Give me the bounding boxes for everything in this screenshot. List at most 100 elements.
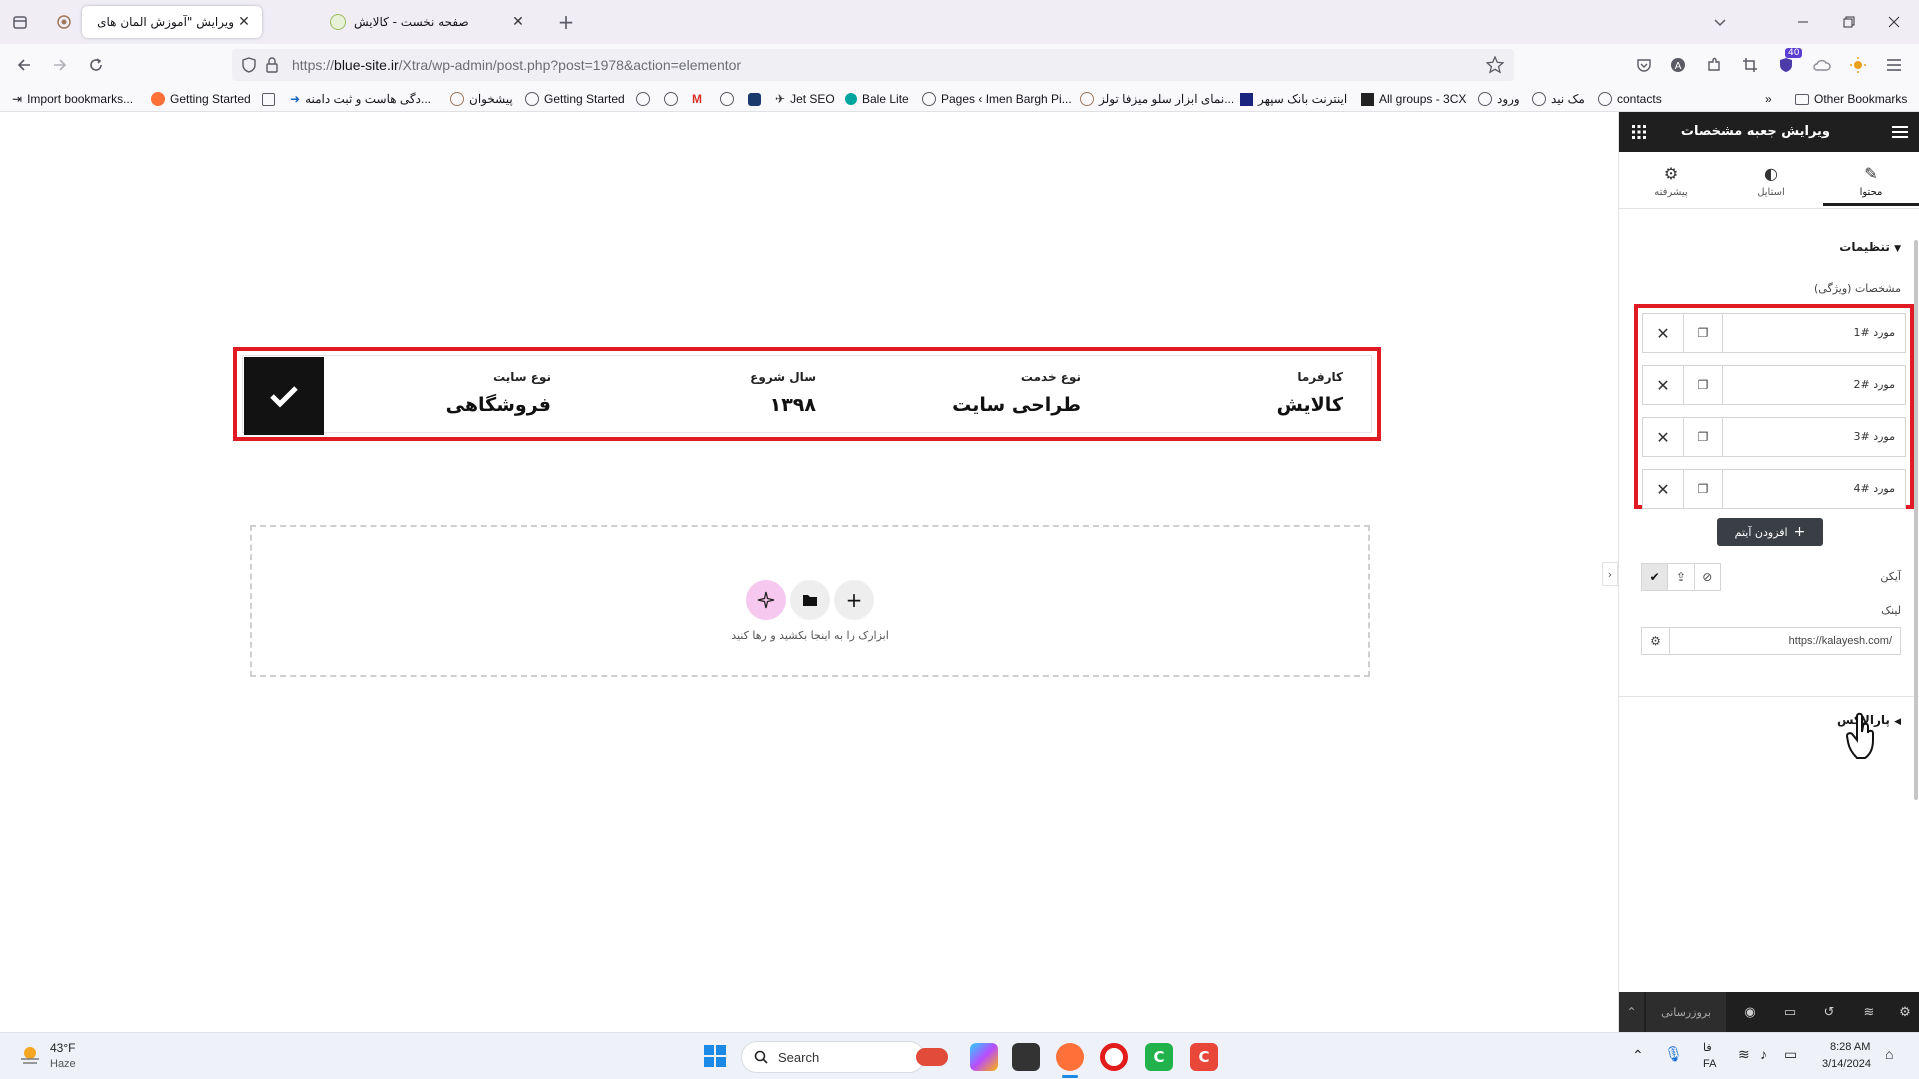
tab-overview-icon[interactable]: [8, 10, 32, 34]
upload-choice-icon[interactable]: ⇪: [1668, 564, 1695, 590]
add-item-button[interactable]: + افزودن آیتم: [1717, 518, 1823, 546]
none-choice-icon[interactable]: ⊘: [1695, 564, 1720, 590]
panel-scrollbar[interactable]: [1914, 240, 1918, 800]
update-button[interactable]: بروزرسانی: [1646, 992, 1726, 1032]
bookmark-hosting[interactable]: ➜ ...دگی هاست و ثبت دامنه: [290, 89, 431, 109]
tab-home[interactable]: صفحه نخست - کالایش ✕: [318, 6, 536, 38]
duplicate-icon[interactable]: ❐: [1683, 314, 1723, 352]
extensions-icon[interactable]: [1702, 53, 1726, 77]
bookmark-calendar[interactable]: [262, 89, 275, 109]
copilot-icon[interactable]: [970, 1043, 998, 1071]
tray-overflow-chevron-icon[interactable]: ⌃: [1632, 1047, 1644, 1064]
wifi-icon[interactable]: ≋: [1738, 1046, 1750, 1063]
hamburger-menu-icon[interactable]: [1892, 125, 1908, 139]
pocket-icon[interactable]: [1632, 53, 1656, 77]
template-library-button[interactable]: [790, 580, 830, 620]
opera-icon[interactable]: [1100, 1043, 1128, 1071]
battery-icon[interactable]: ▭: [1784, 1046, 1797, 1063]
repeater-item[interactable]: مورد #4 ❐ ✕: [1642, 469, 1906, 509]
firefox-taskbar-icon[interactable]: [1056, 1043, 1084, 1071]
bookmark-star-icon[interactable]: [1486, 56, 1504, 74]
sun-extension-icon[interactable]: [1846, 53, 1870, 77]
other-bookmarks[interactable]: Other Bookmarks: [1795, 89, 1907, 109]
remove-icon[interactable]: ✕: [1643, 470, 1683, 508]
url-bar[interactable]: https://blue-site.ir/Xtra/wp-admin/post.…: [232, 49, 1514, 81]
notification-bell-icon[interactable]: ⌂: [1885, 1046, 1893, 1062]
duplicate-icon[interactable]: ❐: [1683, 418, 1723, 456]
new-tab-icon[interactable]: +: [554, 10, 578, 34]
extension-shield-icon[interactable]: 40: [1774, 48, 1803, 77]
pinned-tab-icon[interactable]: [52, 10, 76, 34]
link-input[interactable]: ⚙ https://kalayesh.com/: [1641, 627, 1901, 655]
bookmark-app[interactable]: [748, 89, 761, 109]
cloud-extension-icon[interactable]: [1810, 53, 1834, 77]
check-choice-icon[interactable]: ✔: [1642, 564, 1669, 590]
tab-close-icon[interactable]: ✕: [510, 14, 526, 30]
history-icon[interactable]: ↺: [1821, 1004, 1837, 1020]
tab-content[interactable]: ✎ محتوا: [1823, 158, 1919, 206]
microphone-icon[interactable]: 🎙: [1664, 1045, 1683, 1063]
lock-icon[interactable]: [266, 57, 278, 73]
bookmark-3cx[interactable]: All groups - 3CX: [1361, 89, 1466, 109]
bookmark-getting-started[interactable]: Getting Started: [151, 89, 251, 109]
tab-list-chevron-icon[interactable]: [1708, 10, 1732, 34]
widgets-grid-icon[interactable]: [1631, 124, 1647, 140]
screenshot-crop-icon[interactable]: [1738, 53, 1762, 77]
bookmark-gmail[interactable]: M: [692, 89, 702, 109]
weather-haze-icon[interactable]: [18, 1043, 42, 1067]
bookmark-seo-tools[interactable]: ...نمای ابزار سلو میزفا تولز: [1080, 89, 1234, 109]
tab-style[interactable]: ◐ استایل: [1723, 158, 1819, 206]
preview-eye-icon[interactable]: ◉: [1742, 1004, 1758, 1020]
tab-advanced[interactable]: ⚙ پیشرفته: [1623, 158, 1719, 206]
settings-gear-icon[interactable]: ⚙: [1897, 1004, 1913, 1020]
tab-close-icon[interactable]: ✕: [236, 14, 252, 30]
bookmark-bank-sepah[interactable]: اینترنت بانک سپهر: [1240, 89, 1347, 109]
navigator-layers-icon[interactable]: ≋: [1861, 1004, 1877, 1020]
back-icon[interactable]: [12, 53, 36, 77]
duplicate-icon[interactable]: ❐: [1683, 366, 1723, 404]
bookmark-globe-1[interactable]: [636, 89, 650, 109]
account-icon[interactable]: A: [1666, 53, 1690, 77]
bookmark-pages[interactable]: Pages ‹ Imen Bargh Pi...: [922, 89, 1072, 109]
bookmark-mac-nid[interactable]: مک نید: [1532, 89, 1585, 109]
bookmark-jet-seo[interactable]: ✈ Jet SEO: [775, 89, 835, 109]
section-settings-toggle[interactable]: ▼ تنظیمات: [1839, 240, 1901, 254]
forward-icon[interactable]: [48, 53, 72, 77]
repeater-item[interactable]: مورد #3 ❐ ✕: [1642, 417, 1906, 457]
reload-icon[interactable]: [84, 53, 108, 77]
bookmark-import[interactable]: ⇥ Import bookmarks...: [12, 89, 133, 109]
bookmark-login[interactable]: ورود: [1478, 89, 1520, 109]
taskbar-search[interactable]: Search: [741, 1041, 948, 1073]
app-menu-icon[interactable]: [1882, 53, 1906, 77]
bookmark-bale-lite[interactable]: Bale Lite: [845, 89, 909, 109]
tab-edit-post[interactable]: ویرایش "آموزش المان های اکسترا – ✕: [82, 6, 262, 38]
bookmarks-overflow-icon[interactable]: »: [1765, 89, 1772, 109]
widget-dropzone[interactable]: + ابزارک را به اینجا بکشید و رها کنید: [250, 525, 1370, 677]
link-options-gear-icon[interactable]: ⚙: [1642, 628, 1670, 654]
panel-collapse-chevron-icon[interactable]: ›: [1602, 562, 1618, 586]
bookmark-dashboard[interactable]: پیشخوان: [450, 89, 513, 109]
repeater-item[interactable]: مورد #2 ❐ ✕: [1642, 365, 1906, 405]
bookmark-globe-3[interactable]: [720, 89, 734, 109]
minimize-icon[interactable]: [1791, 10, 1815, 34]
bookmark-getting-started-2[interactable]: Getting Started: [525, 89, 625, 109]
restore-icon[interactable]: [1837, 10, 1861, 34]
volume-icon[interactable]: ♪: [1760, 1046, 1767, 1062]
update-options-chevron-icon[interactable]: ⌃: [1619, 992, 1645, 1032]
bookmark-globe-2[interactable]: [664, 89, 678, 109]
responsive-devices-icon[interactable]: ▭: [1782, 1004, 1798, 1020]
tracking-shield-icon[interactable]: [242, 57, 256, 73]
close-window-icon[interactable]: [1882, 10, 1906, 34]
ai-sparkle-button[interactable]: [746, 580, 786, 620]
clock-time[interactable]: 8:28 AM: [1830, 1041, 1870, 1053]
duplicate-icon[interactable]: ❐: [1683, 470, 1723, 508]
remove-icon[interactable]: ✕: [1643, 418, 1683, 456]
specs-box-widget[interactable]: کارفرما کالایش نوع خدمت طراحی سایت سال ش…: [242, 355, 1372, 435]
language-fa[interactable]: فا: [1703, 1041, 1712, 1054]
windows-start-icon[interactable]: [704, 1045, 726, 1067]
remove-icon[interactable]: ✕: [1643, 366, 1683, 404]
bookmark-contacts[interactable]: contacts: [1598, 89, 1662, 109]
remove-icon[interactable]: ✕: [1643, 314, 1683, 352]
add-section-button[interactable]: +: [834, 580, 874, 620]
repeater-item[interactable]: مورد #1 ❐ ✕: [1642, 313, 1906, 353]
